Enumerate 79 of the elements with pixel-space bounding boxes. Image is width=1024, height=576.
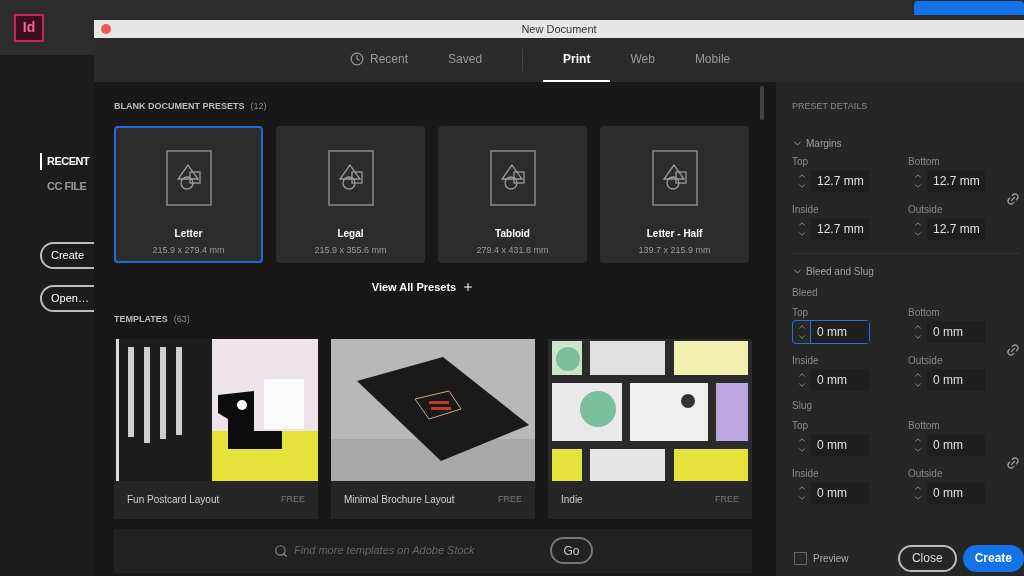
dialog-button[interactable]: Create bbox=[962, 544, 1024, 572]
price-label: FREE bbox=[498, 492, 522, 506]
preset-card[interactable]: Letter - Half 139.7 x 215.9 mm bbox=[600, 125, 749, 263]
field-value: 0 mm bbox=[927, 433, 985, 456]
price-label: FREE bbox=[281, 492, 305, 506]
field-label: Top bbox=[792, 420, 810, 431]
preset-name: Tabloid bbox=[495, 226, 530, 241]
field-label: Inside bbox=[792, 355, 820, 366]
field-label: Top bbox=[792, 156, 810, 167]
section-toggle[interactable]: Bleed and Slug bbox=[792, 263, 1020, 279]
field-value: 0 mm bbox=[811, 433, 869, 456]
stock-search-field[interactable]: Find more templates on Adobe Stock bbox=[294, 542, 524, 559]
field-label: Bottom bbox=[908, 156, 941, 167]
template-title: Fun Postcard Layout bbox=[127, 493, 220, 507]
section-toggle[interactable]: Margins bbox=[792, 135, 1020, 151]
field-value: 0 mm bbox=[811, 320, 869, 343]
tab[interactable]: Print bbox=[543, 38, 611, 82]
preset-size: 139.7 x 215.9 mm bbox=[638, 243, 711, 257]
preset-size: 279.4 x 431.8 mm bbox=[476, 243, 549, 257]
field-value: 0 mm bbox=[927, 368, 985, 391]
number-field[interactable]: 12.7 mm bbox=[792, 168, 870, 193]
tab[interactable]: Saved bbox=[428, 38, 503, 82]
app-logo: Id bbox=[14, 13, 44, 42]
template-title: Minimal Brochure Layout bbox=[344, 493, 455, 507]
template-card[interactable]: Indie FREE bbox=[548, 338, 752, 519]
dialog-button[interactable]: Close bbox=[897, 544, 957, 572]
preset-card[interactable]: Tabloid 279.4 x 431.8 mm bbox=[438, 125, 587, 263]
template-count: (63) bbox=[173, 313, 190, 326]
number-field[interactable]: 12.7 mm bbox=[908, 168, 986, 193]
field-value: 0 mm bbox=[811, 481, 869, 504]
template-card[interactable]: Fun Postcard Layout FREE bbox=[114, 338, 318, 519]
field-value: 0 mm bbox=[811, 368, 869, 391]
tab[interactable]: Recent bbox=[330, 38, 429, 82]
preset-size: 215.9 x 355.6 mm bbox=[314, 243, 387, 257]
field-value: 12.7 mm bbox=[811, 169, 869, 192]
field-value: 0 mm bbox=[927, 481, 985, 504]
number-field[interactable]: 0 mm bbox=[908, 367, 986, 392]
window-title: New Document bbox=[521, 21, 597, 37]
field-label: Inside bbox=[792, 468, 820, 479]
group-label: Bleed bbox=[792, 285, 819, 300]
price-label: FREE bbox=[715, 492, 739, 506]
number-field[interactable]: 0 mm bbox=[908, 480, 986, 505]
field-value: 12.7 mm bbox=[811, 217, 869, 240]
preset-name: Letter - Half bbox=[646, 226, 703, 241]
preset-card[interactable]: Letter 215.9 x 279.4 mm bbox=[114, 125, 263, 263]
field-label: Bottom bbox=[908, 307, 941, 318]
field-label: Outside bbox=[908, 204, 944, 215]
number-field[interactable]: 0 mm bbox=[792, 367, 870, 392]
field-label: Outside bbox=[908, 355, 944, 366]
tab[interactable]: Mobile bbox=[674, 38, 751, 82]
section-heading: BLANK DOCUMENT PRESETS bbox=[114, 100, 245, 113]
view-all-presets-link[interactable]: View All Presets bbox=[371, 278, 475, 295]
number-field[interactable]: 0 mm bbox=[792, 319, 870, 344]
field-label: Outside bbox=[908, 468, 944, 479]
field-value: 12.7 mm bbox=[927, 217, 985, 240]
field-label: Top bbox=[792, 307, 810, 318]
group-label: Slug bbox=[792, 398, 813, 413]
number-field[interactable]: 0 mm bbox=[908, 432, 986, 457]
number-field[interactable]: 12.7 mm bbox=[908, 216, 986, 241]
number-field[interactable]: 0 mm bbox=[908, 319, 986, 344]
preset-count: (12) bbox=[250, 100, 267, 113]
template-card[interactable]: Minimal Brochure Layout FREE bbox=[331, 338, 535, 519]
preview-label: Preview bbox=[813, 551, 849, 566]
preset-size: 215.9 x 279.4 mm bbox=[152, 243, 225, 257]
template-title: Indie bbox=[561, 493, 583, 507]
preset-name: Legal bbox=[337, 226, 364, 241]
field-label: Inside bbox=[792, 204, 820, 215]
number-field[interactable]: 0 mm bbox=[792, 432, 870, 457]
number-field[interactable]: 0 mm bbox=[792, 480, 870, 505]
field-value: 0 mm bbox=[927, 320, 985, 343]
preset-card[interactable]: Legal 215.9 x 355.6 mm bbox=[276, 125, 425, 263]
section-heading: TEMPLATES bbox=[114, 313, 168, 326]
preset-name: Letter bbox=[174, 226, 203, 241]
field-label: Bottom bbox=[908, 420, 941, 431]
number-field[interactable]: 12.7 mm bbox=[792, 216, 870, 241]
tab[interactable]: Web bbox=[610, 38, 675, 82]
panel-heading: PRESET DETAILS bbox=[792, 100, 869, 113]
field-value: 12.7 mm bbox=[927, 169, 985, 192]
go-button[interactable]: Go bbox=[550, 537, 593, 564]
